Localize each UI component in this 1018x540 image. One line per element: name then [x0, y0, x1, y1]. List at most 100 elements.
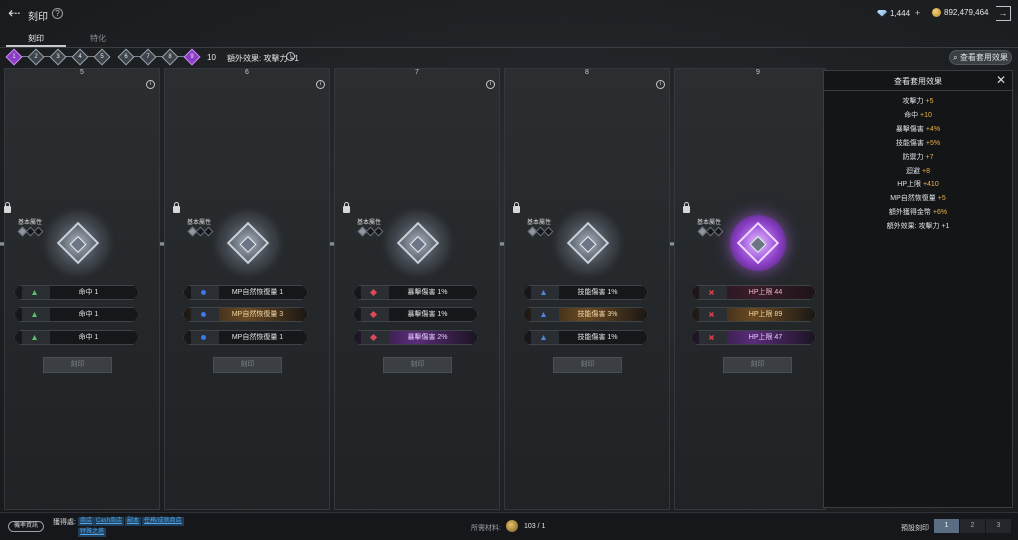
info-icon[interactable]: i [656, 80, 665, 89]
effect-line: 防禦力 +7 [902, 154, 934, 161]
engrave-button[interactable]: 刻印 [213, 357, 282, 373]
engrave-column-8: 8 i 基本屬性 技能傷害 1% 技能傷害 3% 技能傷害 1% 刻印 [504, 68, 670, 510]
preset-button-2[interactable]: 2 [960, 519, 985, 533]
cross-red-icon [709, 335, 714, 340]
progress-step-current[interactable]: 9 [183, 48, 201, 66]
stat-row: 暴擊傷害 2% [353, 330, 478, 345]
source-link[interactable]: 商店 [78, 517, 95, 526]
help-icon[interactable]: ? [52, 8, 63, 19]
search-icon: ⌕ [953, 53, 960, 62]
dot-blue-icon [201, 335, 206, 340]
triangle-blue-icon [541, 312, 546, 317]
stat-row: 技能傷害 3% [523, 307, 648, 322]
source-link[interactable]: 副本 [125, 517, 142, 526]
stat-row: MP自然恢復量 1 [183, 285, 308, 300]
info-icon[interactable]: i [146, 80, 155, 89]
stat-row: 技能傷害 1% [523, 285, 648, 300]
engrave-orb[interactable] [220, 215, 276, 271]
info-icon[interactable]: i [486, 80, 495, 89]
tab-specialize[interactable]: 特化 [80, 33, 116, 44]
effect-line: 技能傷害 +5% [895, 140, 941, 147]
diamond-red-icon [370, 311, 377, 318]
triangle-blue-icon [541, 290, 546, 295]
engrave-column-9: 9 基本屬性 HP上限 44 HP上限 89 HP上限 47 刻印 [674, 68, 826, 510]
gold-amount: 892,479,464 [944, 8, 989, 17]
engrave-button[interactable]: 刻印 [723, 357, 792, 373]
engrave-orb-active[interactable] [730, 215, 786, 271]
progress-step[interactable]: 8 [161, 48, 179, 66]
engrave-emblem-icon [56, 221, 100, 265]
dot-blue-icon [201, 290, 206, 295]
source-link[interactable]: 任務/成就商店 [142, 517, 184, 526]
progress-step[interactable]: 7 [139, 48, 157, 66]
diamond-icon [877, 9, 887, 17]
engrave-button[interactable]: 刻印 [383, 357, 452, 373]
source-link[interactable]: Cash商店 [94, 517, 125, 526]
progress-step[interactable]: 1 [5, 48, 23, 66]
base-attribute-label: 基本屬性 [697, 220, 722, 226]
engrave-button[interactable]: 刻印 [553, 357, 622, 373]
lock-icon [173, 202, 180, 213]
stat-row: 技能傷害 1% [523, 330, 648, 345]
dot-blue-icon [201, 312, 206, 317]
panel-divider [824, 90, 1012, 91]
tab-divider [0, 47, 1018, 48]
engrave-column-6: 6 i 基本屬性 MP自然恢復量 1 MP自然恢復量 3 MP自然恢復量 1 刻… [164, 68, 330, 510]
info-icon[interactable]: i [316, 80, 325, 89]
effect-line: MP自然恢復量 +5 [890, 195, 946, 202]
progress-step[interactable]: 2 [27, 48, 45, 66]
obtain-label: 獲得處: [53, 519, 76, 526]
stat-row: 暴擊傷害 1% [353, 285, 478, 300]
column-number: 6 [245, 69, 249, 76]
stat-row: 暴擊傷害 1% [353, 307, 478, 322]
panel-title: 查看套用效果 [894, 77, 942, 86]
column-number: 5 [80, 69, 84, 76]
triangle-green-icon [32, 290, 37, 295]
page-title: 刻印 [28, 12, 48, 23]
engrave-orb[interactable] [50, 215, 106, 271]
back-icon[interactable]: ⇠ [8, 6, 26, 21]
coin-icon [932, 8, 941, 17]
lock-icon [4, 202, 11, 213]
effect-line: 暴擊傷害 +4% [895, 126, 941, 133]
engrave-emblem-icon [226, 221, 270, 265]
engrave-button[interactable]: 刻印 [43, 357, 112, 373]
progress-step[interactable]: 4 [71, 48, 89, 66]
close-icon[interactable]: ✕ [996, 73, 1006, 87]
stat-row: HP上限 44 [691, 285, 816, 300]
base-attribute-label: 基本屬性 [18, 220, 43, 226]
exit-icon[interactable]: → [996, 6, 1011, 21]
stat-row: MP自然恢復量 1 [183, 330, 308, 345]
effect-line: 命中 +10 [904, 112, 932, 119]
add-currency-icon[interactable]: + [915, 8, 920, 18]
source-link[interactable]: 特殊之塔 [78, 528, 107, 537]
base-attribute-label: 基本屬性 [527, 220, 552, 226]
preset-button-1[interactable]: 1 [934, 519, 959, 533]
stat-row: HP上限 47 [691, 330, 816, 345]
engrave-emblem-icon [566, 221, 610, 265]
diamond-currency: 1,444 + [877, 8, 920, 18]
tab-engrave[interactable]: 刻印 [18, 33, 54, 44]
material-count: 103 / 1 [524, 523, 546, 530]
diamond-red-icon [370, 334, 377, 341]
engrave-orb[interactable] [560, 215, 616, 271]
triangle-blue-icon [541, 335, 546, 340]
rate-info-button[interactable]: 機率資訊 [8, 521, 44, 532]
progress-step[interactable]: 3 [49, 48, 67, 66]
progress-step[interactable]: 5 [93, 48, 111, 66]
diamond-amount: 1,444 [890, 8, 911, 18]
engrave-orb[interactable] [390, 215, 446, 271]
view-set-effect-button[interactable]: ⌕ 查看套用效果 [949, 50, 1012, 65]
engrave-column-5: 5 i 基本屬性 命中 1 命中 1 命中 1 刻印 [4, 68, 160, 510]
lock-icon [683, 202, 690, 213]
view-set-effect-label: 查看套用效果 [959, 53, 1008, 62]
column-number: 8 [585, 69, 589, 76]
preset-label: 預設刻印 [901, 525, 929, 532]
info-icon[interactable]: i [286, 52, 295, 61]
base-attribute-slot [543, 226, 554, 237]
cross-red-icon [709, 312, 714, 317]
stat-row: MP自然恢復量 3 [183, 307, 308, 322]
effect-line: 額外獲得金幣 +6% [888, 209, 948, 216]
preset-button-3[interactable]: 3 [986, 519, 1011, 533]
progress-step[interactable]: 6 [117, 48, 135, 66]
